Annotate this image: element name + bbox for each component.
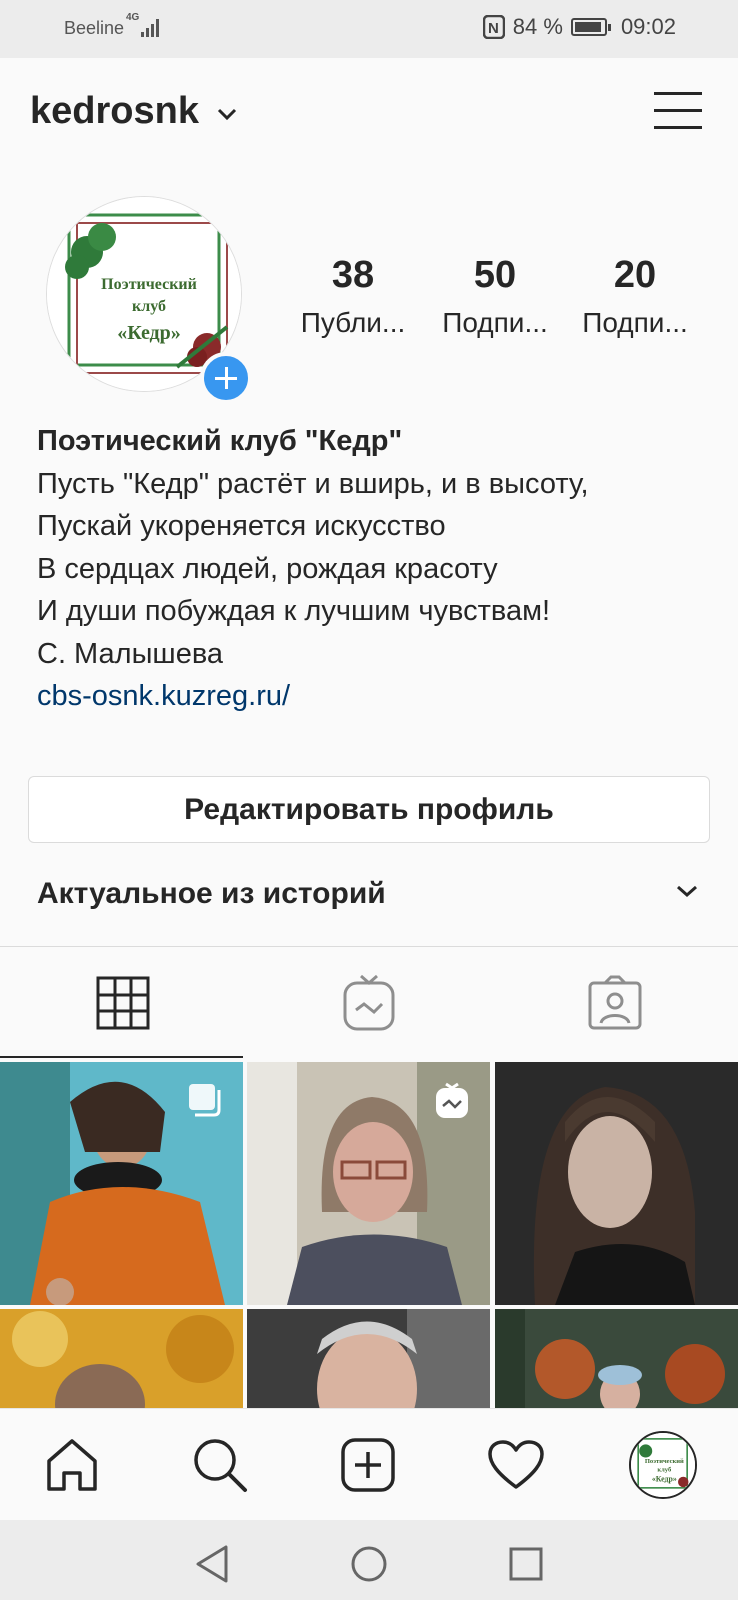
- nfc-letter: N: [488, 20, 499, 37]
- new-post-button[interactable]: [332, 1429, 404, 1501]
- club-logo-image: Поэтический клуб «Кедр»: [631, 1433, 695, 1497]
- svg-text:клуб: клуб: [657, 1467, 672, 1474]
- post-image: [0, 1309, 243, 1408]
- posts-label: Публи...: [300, 307, 406, 338]
- posts-count[interactable]: 38 Публи...: [288, 254, 418, 339]
- post-thumbnail[interactable]: [495, 1062, 738, 1305]
- activity-button[interactable]: [480, 1429, 552, 1501]
- status-right: N 84 % 09:02: [482, 14, 676, 40]
- bio-line: И души побуждая к лучшим чувствам!: [37, 595, 551, 627]
- following-value: 20: [613, 254, 657, 296]
- tab-igtv[interactable]: [246, 948, 492, 1058]
- bio-line: Пускай укореняется искусство: [37, 510, 446, 542]
- system-recents-button[interactable]: [502, 1540, 550, 1588]
- search-button[interactable]: [184, 1429, 256, 1501]
- status-bar: Beeline 4G N 84 % 09:02: [0, 0, 738, 58]
- new-post-icon: [341, 1438, 395, 1492]
- profile-avatar-tab[interactable]: Поэтический клуб «Кедр»: [629, 1431, 697, 1499]
- bottom-nav: Поэтический клуб «Кедр»: [0, 1408, 738, 1520]
- edit-profile-button[interactable]: Редактировать профиль: [28, 776, 710, 843]
- tab-tagged[interactable]: [492, 948, 738, 1058]
- home-button[interactable]: [36, 1429, 108, 1501]
- network-type: 4G: [126, 12, 140, 23]
- tagged-icon: [588, 975, 642, 1030]
- bio-line: С. Малышева: [37, 637, 224, 670]
- home-circle-icon: [351, 1546, 387, 1582]
- clock: 09:02: [620, 14, 676, 39]
- post-thumbnail[interactable]: [247, 1309, 490, 1408]
- search-icon: [194, 1439, 247, 1492]
- bio-website-link[interactable]: cbs-osnk.kuzreg.ru/: [37, 675, 717, 718]
- post-image: [247, 1309, 490, 1408]
- post-thumbnail[interactable]: [495, 1309, 738, 1408]
- following-count[interactable]: 20 Подпи...: [570, 254, 700, 339]
- followers-value: 50: [473, 254, 517, 296]
- account-switcher[interactable]: kedrosnk: [30, 90, 237, 133]
- post-thumbnail[interactable]: [247, 1062, 490, 1305]
- system-home-button[interactable]: [345, 1540, 393, 1588]
- chevron-down-icon: [217, 108, 237, 120]
- tab-grid[interactable]: [0, 948, 246, 1058]
- bio-line: Пусть "Кедр" растёт и вширь, и в высоту,: [37, 467, 589, 500]
- post-image: [495, 1309, 738, 1408]
- carousel-icon: [189, 1084, 221, 1117]
- profile-display-name: Поэтический клуб "Кедр": [37, 425, 403, 457]
- carrier-name: Beeline: [64, 18, 125, 38]
- nfc-icon: N: [482, 15, 505, 39]
- svg-text:Поэтический: Поэтический: [645, 1458, 684, 1465]
- followers-count[interactable]: 50 Подпи...: [430, 254, 560, 339]
- system-nav-bar: [0, 1520, 738, 1600]
- divider: [0, 946, 738, 947]
- post-thumbnail[interactable]: [0, 1062, 243, 1305]
- add-story-button[interactable]: [200, 352, 252, 404]
- grid-icon: [96, 976, 150, 1030]
- home-icon: [47, 1439, 97, 1491]
- svg-text:«Кедр»: «Кедр»: [652, 1474, 677, 1483]
- back-icon: [196, 1545, 228, 1583]
- username: kedrosnk: [30, 90, 199, 132]
- bio-line: В сердцах людей, рождая красоту: [37, 552, 498, 585]
- followers-label: Подпи...: [442, 307, 548, 338]
- svg-text:«Кедр»: «Кедр»: [117, 322, 181, 344]
- story-highlights-header[interactable]: Актуальное из историй: [37, 877, 386, 911]
- menu-icon[interactable]: [654, 92, 702, 132]
- igtv-badge-icon: [436, 1082, 468, 1118]
- system-back-button[interactable]: [188, 1540, 236, 1588]
- battery-percent: 84 %: [512, 14, 563, 39]
- chevron-down-icon[interactable]: [676, 884, 698, 898]
- post-thumbnail[interactable]: [0, 1309, 243, 1408]
- activity-heart-icon: [488, 1440, 544, 1489]
- posts-value: 38: [331, 254, 375, 296]
- battery-icon: [570, 18, 611, 36]
- signal-icon: [141, 19, 159, 37]
- profile-bio: Поэтический клуб "Кедр" Пусть "Кедр" рас…: [37, 420, 717, 718]
- svg-text:клуб: клуб: [132, 298, 166, 315]
- igtv-icon: [343, 974, 395, 1031]
- svg-text:Поэтический: Поэтический: [101, 276, 197, 293]
- following-label: Подпи...: [582, 307, 688, 338]
- recents-icon: [509, 1547, 543, 1581]
- post-image: [495, 1062, 738, 1305]
